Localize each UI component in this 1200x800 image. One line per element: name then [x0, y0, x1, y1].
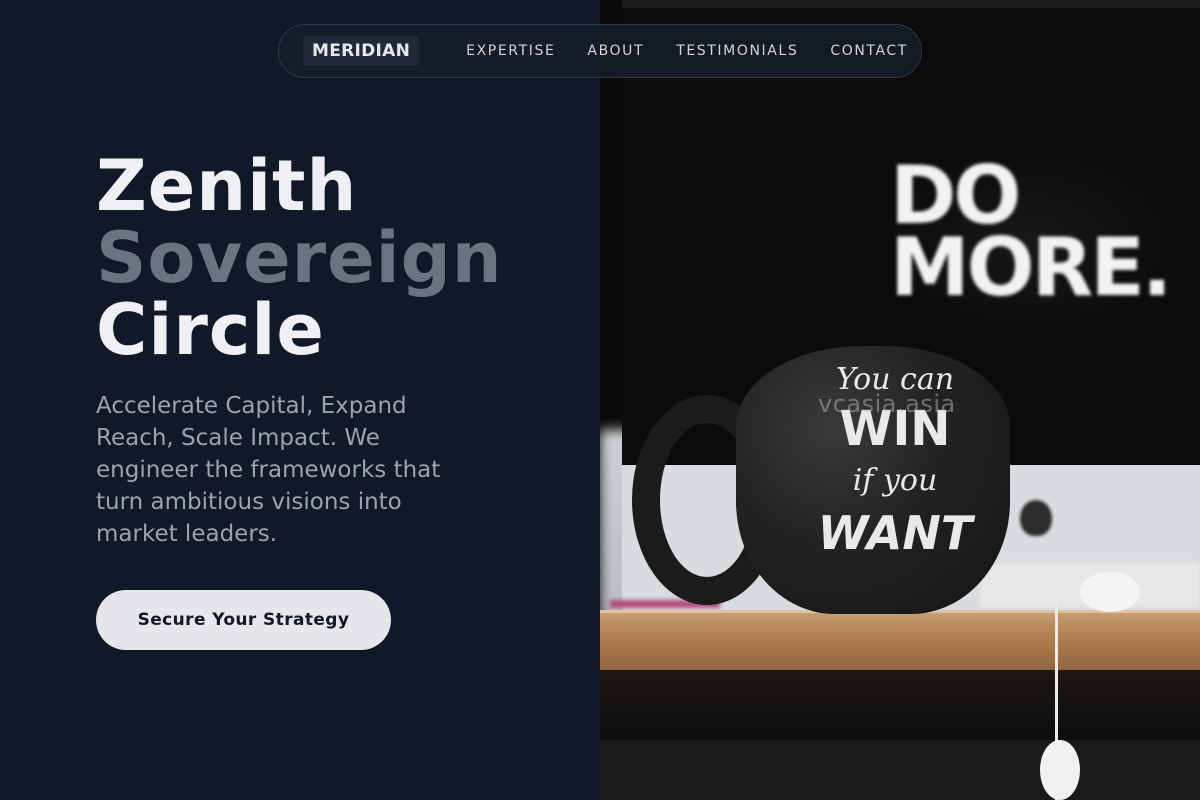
hero-image: DO MORE. You can WIN if you WANT vcasia.… [600, 0, 1200, 800]
secure-strategy-button[interactable]: Secure Your Strategy [96, 590, 391, 650]
hero-title-line-3: Circle [96, 289, 325, 371]
screen-text-line-2: MORE. [890, 221, 1172, 314]
monitor-bezel [622, 0, 1200, 8]
main-navigation: MERIDIAN EXPERTISE ABOUT TESTIMONIALS CO… [278, 24, 922, 78]
screen-text: DO MORE. [890, 156, 1172, 314]
mug-text-line-3: if you [852, 463, 938, 498]
hero-title-line-2: Sovereign [96, 217, 503, 299]
bottom-band [600, 740, 1200, 800]
logo[interactable]: MERIDIAN [303, 36, 420, 66]
hero-title-line-1: Zenith [96, 145, 358, 227]
watermark: vcasia.asia [818, 390, 956, 418]
nav-link-about[interactable]: ABOUT [587, 43, 644, 59]
nav-link-expertise[interactable]: EXPERTISE [466, 43, 555, 59]
wooden-shelf [600, 610, 1200, 670]
mug-text-line-4: WANT [817, 506, 973, 560]
nav-link-contact[interactable]: CONTACT [830, 43, 908, 59]
hero-title: Zenith Sovereign Circle [96, 150, 503, 366]
earbud [1080, 572, 1140, 612]
hero-left-panel: Zenith Sovereign Circle Accelerate Capit… [0, 0, 600, 800]
hero-subtitle: Accelerate Capital, Expand Reach, Scale … [96, 393, 441, 547]
apple-logo-icon [1020, 500, 1052, 536]
earbud-2 [1040, 740, 1080, 800]
nav-link-testimonials[interactable]: TESTIMONIALS [676, 43, 798, 59]
